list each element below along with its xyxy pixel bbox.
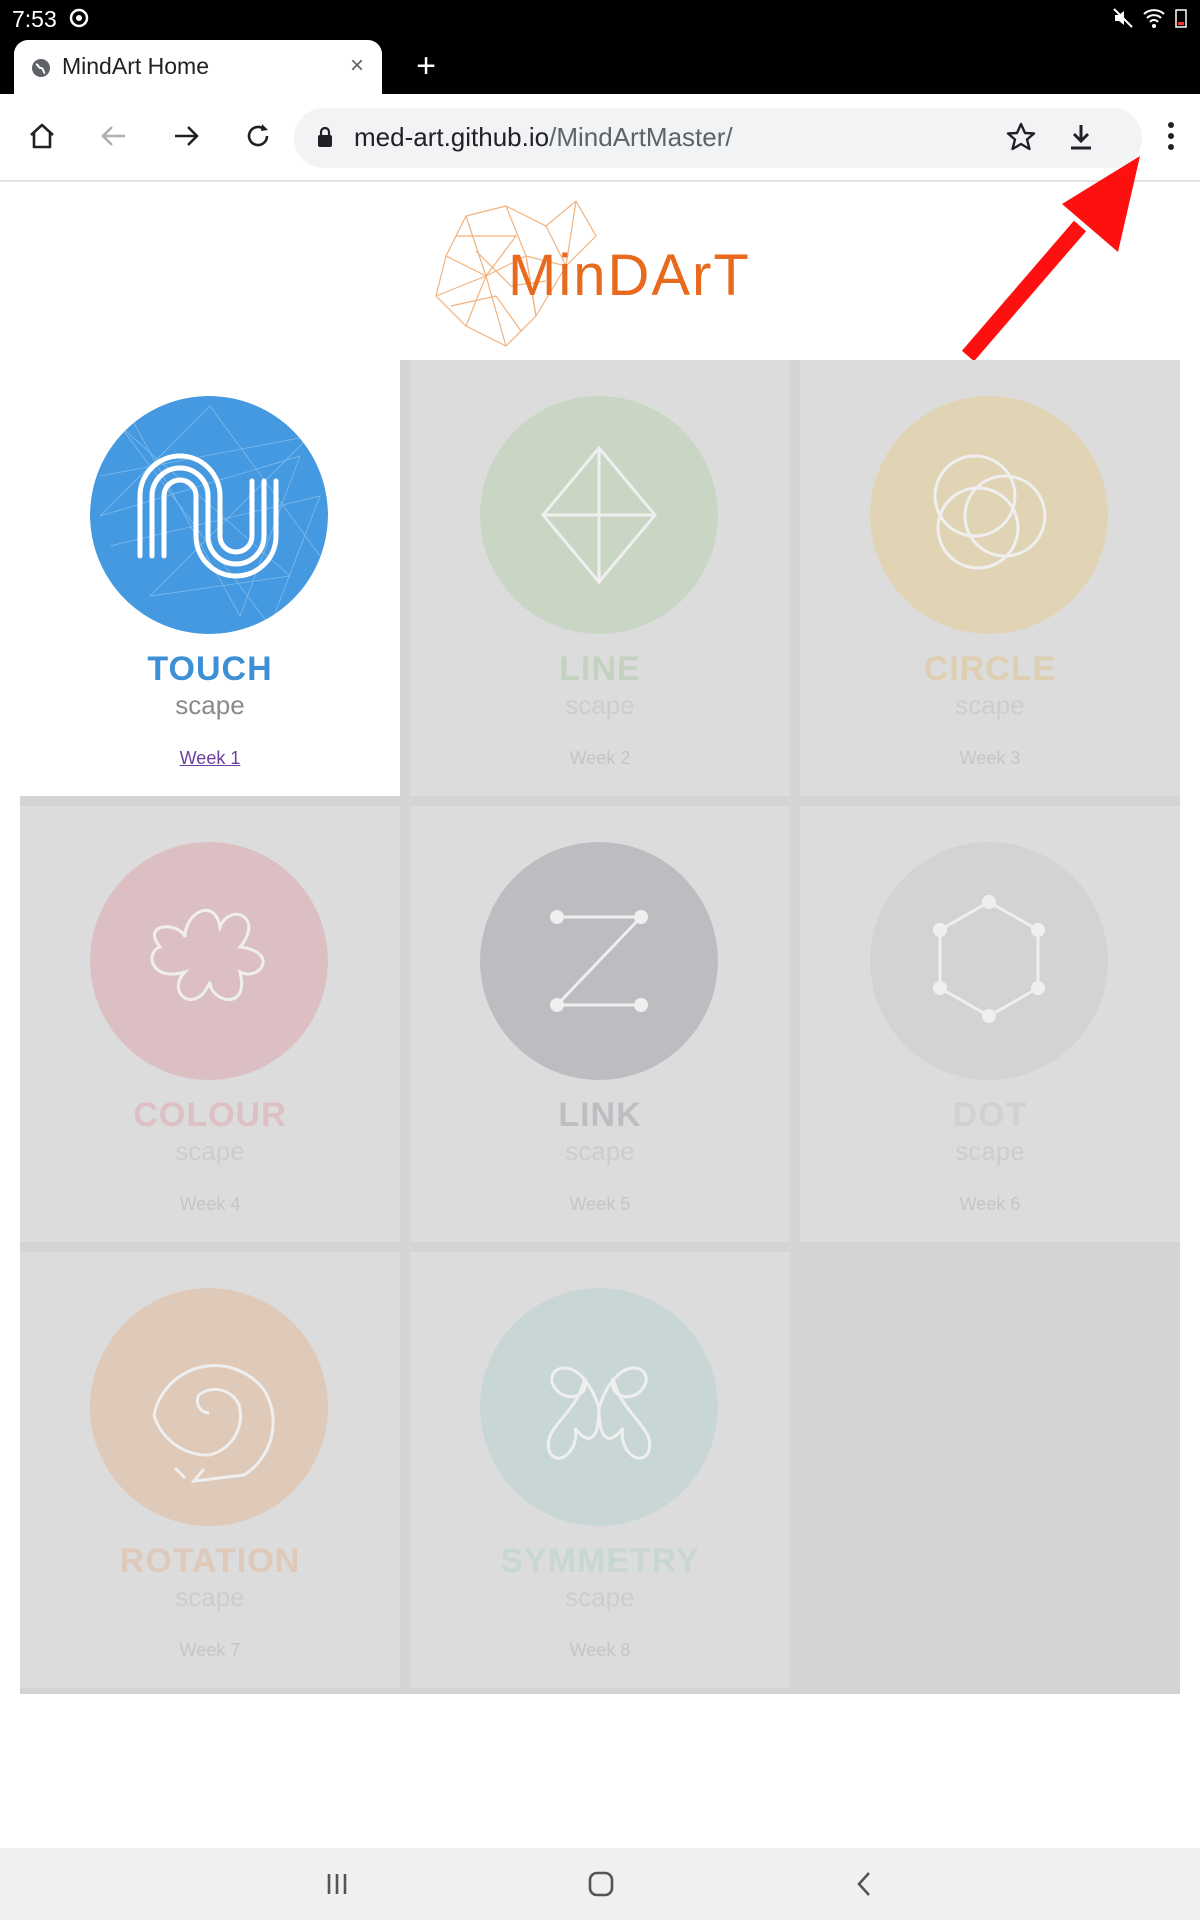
rotation-icon <box>90 1288 328 1526</box>
activity-name: CIRCLE <box>923 650 1057 688</box>
activity-subtitle: scape <box>175 1582 245 1612</box>
tab-title: MindArt Home <box>62 53 209 79</box>
activity-card-rotation[interactable]: ROTATION scape Week 7 <box>20 1252 400 1688</box>
activity-name: SYMMETRY <box>500 1542 700 1580</box>
mindart-logo: MinDArT <box>426 196 786 356</box>
colour-icon <box>90 842 328 1080</box>
week-label: Week 6 <box>959 1194 1021 1214</box>
lock-icon <box>316 124 334 155</box>
red-annotation-arrow <box>961 156 1140 362</box>
new-tab-button[interactable]: + <box>404 44 448 88</box>
battery-icon <box>1175 9 1187 28</box>
activity-subtitle: scape <box>175 690 245 720</box>
tab-strip: MindArt Home × + <box>0 38 1200 94</box>
activity-subtitle: scape <box>955 690 1025 720</box>
activity-name: ROTATION <box>119 1542 301 1580</box>
menu-dot <box>1168 122 1174 128</box>
activity-name: LINE <box>559 650 641 688</box>
back-button[interactable] <box>92 114 136 158</box>
activity-subtitle: scape <box>175 1136 245 1166</box>
forward-button[interactable] <box>164 114 208 158</box>
status-bar: 7:53 <box>0 0 1200 38</box>
week-link[interactable]: Week 1 <box>20 748 400 769</box>
logo-text: MinDArT <box>508 243 751 308</box>
activity-name: COLOUR <box>133 1096 287 1134</box>
home-nav-icon <box>588 1871 614 1897</box>
menu-dot <box>1168 133 1174 139</box>
reload-button[interactable] <box>236 114 280 158</box>
recent-apps-button[interactable] <box>307 1862 367 1906</box>
symmetry-icon <box>480 1288 718 1526</box>
forward-arrow-icon <box>175 126 199 146</box>
mute-icon <box>1113 8 1133 28</box>
activity-card-colour[interactable]: COLOUR scape Week 4 <box>20 806 400 1242</box>
url-text: med-art.github.io/MindArtMaster/ <box>354 122 733 153</box>
activity-subtitle: scape <box>955 1136 1025 1166</box>
status-icons <box>1112 7 1188 29</box>
back-nav-icon <box>857 1872 870 1896</box>
url-domain: med-art.github.io <box>354 122 550 152</box>
menu-dot <box>1168 144 1174 150</box>
url-path: /MindArtMaster/ <box>549 122 733 152</box>
week-label: Week 4 <box>179 1194 241 1214</box>
week-label: Week 8 <box>569 1640 631 1660</box>
week-label: Week 5 <box>569 1194 631 1214</box>
activity-card-line[interactable]: LINE scape Week 2 <box>410 360 790 796</box>
link-icon <box>480 842 718 1080</box>
sync-icon <box>68 7 90 34</box>
browser-menu-button[interactable] <box>1156 114 1186 158</box>
globe-icon <box>30 57 52 84</box>
back-nav-button[interactable] <box>835 1862 895 1906</box>
status-time: 7:53 <box>12 6 57 32</box>
close-tab-button[interactable]: × <box>350 52 364 80</box>
home-icon <box>30 123 54 149</box>
circle-icon <box>870 396 1108 634</box>
week-label: Week 2 <box>569 748 631 768</box>
reload-icon <box>247 124 269 147</box>
activity-card-circle[interactable]: CIRCLE scape Week 3 <box>800 360 1180 796</box>
activity-subtitle: scape <box>565 690 635 720</box>
activity-name: LINK <box>558 1096 642 1134</box>
recent-apps-icon <box>327 1874 347 1894</box>
back-arrow-icon <box>101 126 125 146</box>
activity-card-link[interactable]: LINK scape Week 5 <box>410 806 790 1242</box>
home-button[interactable] <box>20 114 64 158</box>
activity-name: TOUCH <box>147 650 273 688</box>
week-label: Week 7 <box>179 1640 241 1660</box>
tab-mindart-home[interactable]: MindArt Home × <box>14 40 382 94</box>
week-label: Week 3 <box>959 748 1021 768</box>
touch-icon <box>90 396 328 634</box>
activity-grid: TOUCH scape Week 1 LINE scape Week 2 CIR… <box>20 360 1180 1694</box>
home-nav-button[interactable] <box>571 1862 631 1906</box>
activity-subtitle: scape <box>565 1136 635 1166</box>
line-icon <box>480 396 718 634</box>
activity-name: DOT <box>952 1096 1028 1134</box>
activity-card-symmetry[interactable]: SYMMETRY scape Week 8 <box>410 1252 790 1688</box>
android-navigation-bar <box>0 1848 1200 1920</box>
activity-card-touch[interactable]: TOUCH scape Week 1 <box>20 360 400 796</box>
wifi-icon <box>1143 9 1165 28</box>
activity-subtitle: scape <box>565 1582 635 1612</box>
dot-icon <box>870 842 1108 1080</box>
activity-card-dot[interactable]: DOT scape Week 6 <box>800 806 1180 1242</box>
